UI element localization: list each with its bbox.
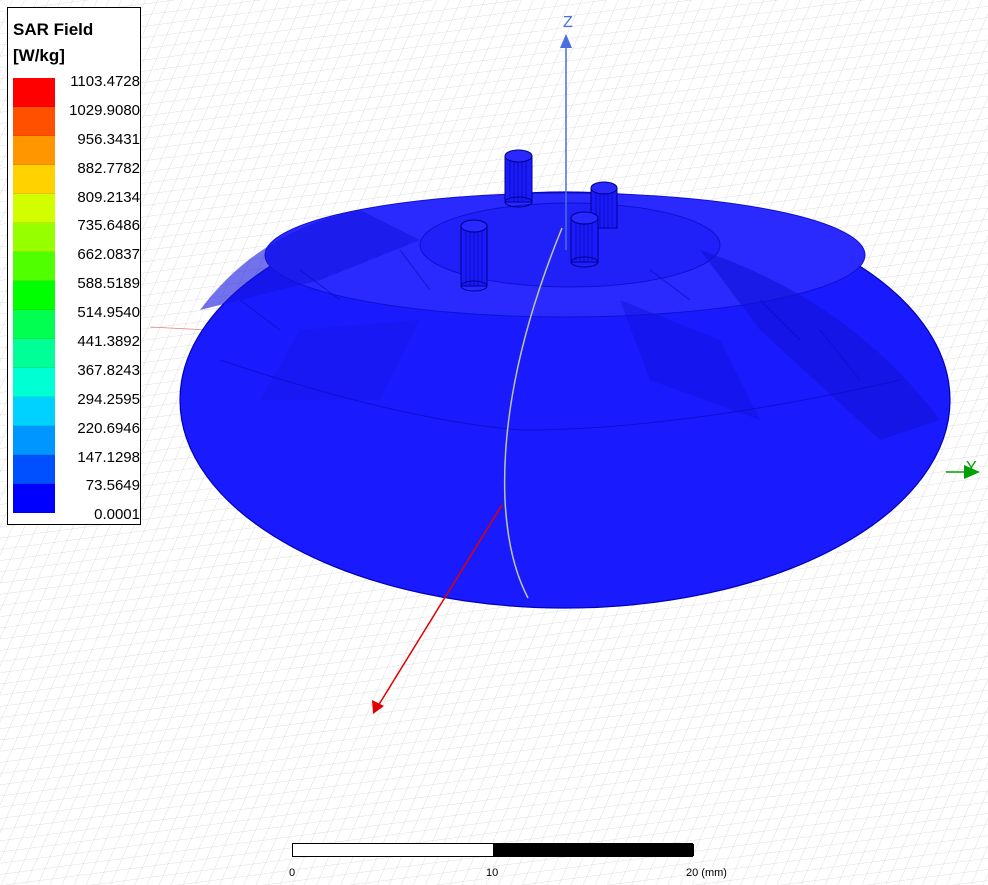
scale-bar-black-segment: [493, 844, 694, 856]
legend-swatch: [13, 136, 55, 165]
legend-value-labels: 1103.4728 1029.9080 956.3431 882.7782 809.21…: [62, 68, 140, 530]
sar-legend: SAR Field [W/kg] 1103.4728 1029.9080 956.3…: [7, 7, 141, 525]
legend-swatch: [13, 368, 55, 397]
legend-value: 1103.4728: [70, 73, 140, 90]
legend-swatch: [13, 78, 55, 107]
legend-swatch: [13, 426, 55, 455]
legend-value: 514.9540: [77, 304, 140, 322]
scale-tick-0: 0: [289, 867, 296, 879]
legend-value: 0.0001: [94, 506, 140, 524]
scale-bar: [292, 843, 694, 857]
legend-swatch: [13, 484, 55, 513]
3d-viewport[interactable]: Z Y SAR Field [W/kg] 1103.4728 1029.9080 9…: [0, 0, 988, 885]
ellipsoid-body[interactable]: [179, 191, 951, 609]
legend-value: 147.1298: [77, 448, 140, 466]
legend-value: 809.2134: [77, 188, 140, 206]
legend-swatch: [13, 455, 55, 484]
legend-swatch: [13, 310, 55, 339]
legend-swatch: [13, 223, 55, 252]
scale-tick-10: 10: [486, 867, 499, 879]
legend-value: 588.5189: [77, 275, 140, 293]
legend-value: 367.8243: [77, 361, 140, 379]
legend-color-scale: [13, 78, 55, 513]
legend-value: 220.6946: [77, 419, 140, 437]
pin-cylinder[interactable]: [460, 219, 488, 292]
legend-title: SAR Field: [13, 20, 94, 39]
legend-units: [W/kg]: [13, 46, 65, 65]
legend-swatch: [13, 397, 55, 426]
legend-swatch: [13, 281, 55, 310]
z-axis-label: Z: [563, 14, 573, 31]
legend-swatch: [13, 339, 55, 368]
legend-swatch: [13, 194, 55, 223]
legend-value: 73.5649: [85, 477, 140, 495]
legend-value: 662.0837: [77, 246, 140, 264]
pin-cylinder[interactable]: [570, 211, 599, 268]
legend-swatch: [13, 165, 55, 194]
legend-value: 294.2595: [77, 390, 140, 408]
3d-scene[interactable]: [0, 0, 988, 885]
legend-value: 441.3892: [77, 333, 140, 351]
legend-value: 1029.9080: [69, 101, 140, 119]
legend-value: 882.7782: [77, 159, 140, 177]
scale-tick-20: 20 (mm): [686, 867, 727, 879]
legend-value: 956.3431: [77, 130, 140, 148]
legend-value: 735.6486: [77, 217, 140, 235]
pin-cylinder[interactable]: [504, 149, 533, 208]
legend-swatch: [13, 252, 55, 281]
y-axis-label: Y: [966, 459, 977, 476]
legend-swatch: [13, 107, 55, 136]
